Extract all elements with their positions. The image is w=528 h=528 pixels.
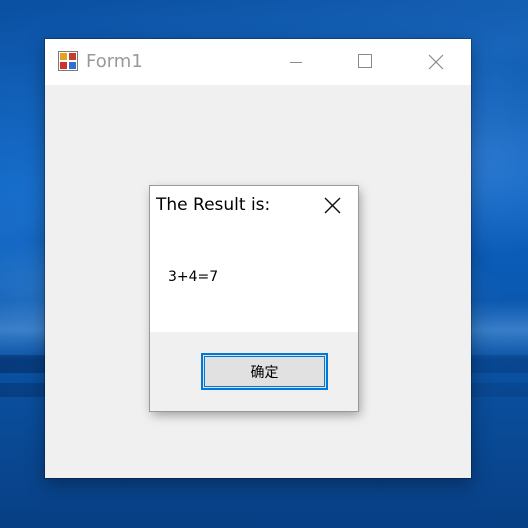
dialog-message-area: 3+4=7 <box>150 225 358 332</box>
close-button[interactable] <box>413 39 459 85</box>
ok-button-label: 确定 <box>250 364 279 381</box>
maximize-icon <box>358 54 372 68</box>
form1-titlebar[interactable]: Form1 <box>45 39 471 85</box>
minimize-button[interactable] <box>273 39 319 85</box>
dialog-message: 3+4=7 <box>168 269 219 285</box>
close-icon <box>324 197 341 214</box>
form1-title: Form1 <box>86 51 143 72</box>
ok-button[interactable]: 确定 <box>201 353 328 390</box>
maximize-button[interactable] <box>342 39 388 85</box>
dialog-title: The Result is: <box>156 195 271 215</box>
minimize-icon <box>290 62 302 63</box>
dialog-titlebar[interactable]: The Result is: <box>150 186 358 225</box>
winforms-app-icon <box>58 51 78 71</box>
dialog-close-button[interactable] <box>312 186 358 225</box>
close-icon <box>428 54 444 70</box>
result-dialog: The Result is: 3+4=7 确定 <box>150 186 358 411</box>
